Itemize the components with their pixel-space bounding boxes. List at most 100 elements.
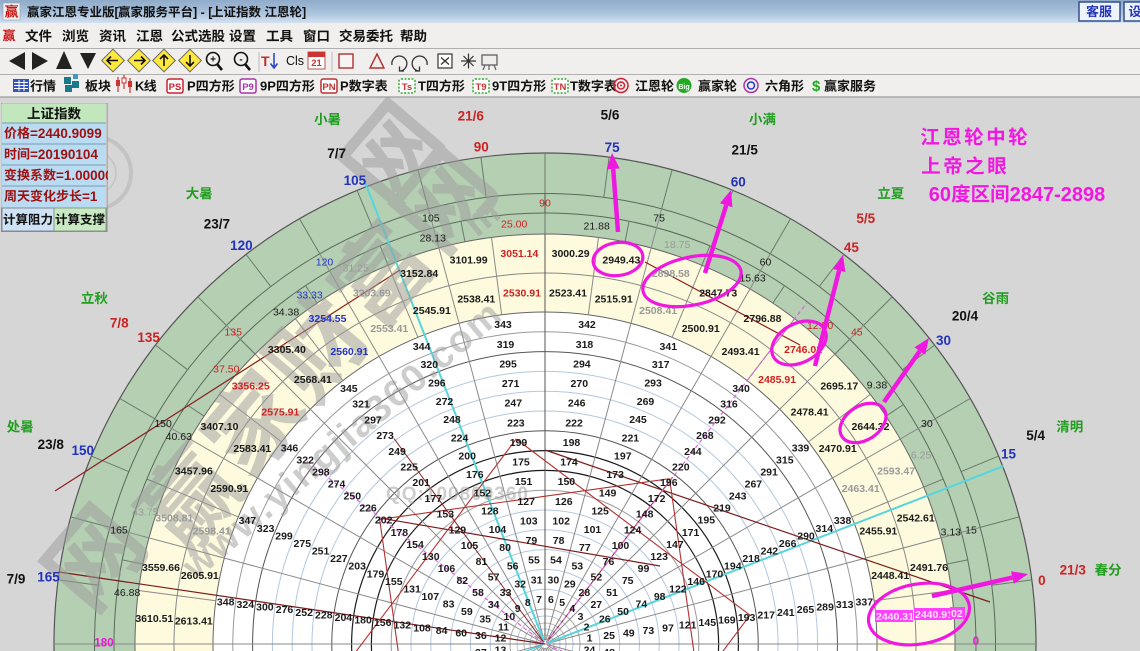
svg-text:345: 345 [340,383,358,395]
svg-text:45: 45 [844,240,860,255]
svg-text:15: 15 [965,524,977,536]
svg-text:348: 348 [217,597,235,609]
svg-text:-: - [239,55,242,66]
svg-text:2500.91: 2500.91 [682,323,720,335]
svg-text:292: 292 [708,414,726,426]
svg-text:244: 244 [684,446,702,458]
svg-text:293: 293 [644,378,662,390]
svg-text:21/3: 21/3 [1060,562,1087,577]
svg-text:176: 176 [466,469,484,481]
svg-text:6.25: 6.25 [911,449,932,461]
svg-text:60: 60 [731,174,746,189]
svg-text:21.88: 21.88 [584,221,610,233]
svg-text:PS: PS [169,82,182,93]
svg-text:31: 31 [531,574,543,586]
svg-text:+: + [210,55,216,66]
svg-text:248: 248 [443,414,461,426]
svg-text:2949.43: 2949.43 [602,255,640,267]
svg-text:9.38: 9.38 [867,380,888,392]
svg-text:40.63: 40.63 [166,431,192,443]
svg-text:222: 222 [565,417,583,429]
svg-text:153: 153 [437,509,455,521]
svg-text:175: 175 [512,457,530,469]
svg-text:290: 290 [797,530,815,542]
svg-text:3254.55: 3254.55 [309,313,347,325]
svg-text:84: 84 [436,625,448,637]
svg-text:315: 315 [776,455,794,467]
svg-text:147: 147 [666,539,684,551]
svg-text:60: 60 [455,628,467,640]
svg-text:347: 347 [239,515,257,527]
svg-text:7/9: 7/9 [7,572,26,587]
svg-text:28.13: 28.13 [420,233,446,245]
svg-text:132: 132 [394,620,412,632]
svg-text:107: 107 [422,591,440,603]
svg-text:2583.41: 2583.41 [233,443,271,455]
svg-text:P9: P9 [242,82,254,93]
svg-text:75: 75 [622,575,634,587]
svg-text:179: 179 [367,568,385,580]
svg-text:196: 196 [660,477,678,489]
svg-text:321: 321 [352,399,370,411]
svg-text:13: 13 [495,644,507,651]
svg-text:Ts: Ts [402,82,412,93]
svg-text:105: 105 [344,173,367,188]
svg-text:344: 344 [413,341,431,353]
svg-text:108: 108 [413,622,431,634]
svg-text:2440.91: 2440.91 [915,609,953,621]
svg-text:177: 177 [425,493,443,505]
svg-text:180: 180 [94,638,113,650]
svg-text:21/5: 21/5 [732,142,759,157]
svg-text:265: 265 [797,604,815,616]
svg-text:Big: Big [678,84,689,91]
svg-text:1: 1 [587,633,593,645]
svg-text:3.13: 3.13 [941,526,962,538]
svg-text:272: 272 [436,396,454,408]
svg-text:252: 252 [295,607,313,619]
svg-text:55: 55 [528,555,540,567]
svg-text:218: 218 [742,553,760,565]
svg-text:342: 342 [578,319,596,331]
svg-text:2448.41: 2448.41 [871,570,909,582]
svg-text:289: 289 [816,602,834,614]
svg-text:45: 45 [851,327,863,339]
svg-text:268: 268 [696,430,714,442]
svg-text:02: 02 [951,608,963,620]
svg-text:56: 56 [507,560,519,572]
svg-text:174: 174 [560,457,578,469]
svg-text:2523.41: 2523.41 [549,287,587,299]
svg-text:7: 7 [536,594,542,606]
svg-text:274: 274 [328,479,346,491]
svg-text:103: 103 [520,516,538,528]
svg-text:150: 150 [154,418,172,430]
svg-text:2515.91: 2515.91 [595,293,633,305]
svg-text:100: 100 [612,540,630,552]
svg-text:298: 298 [312,467,330,479]
svg-text:99: 99 [638,563,650,575]
svg-text:0: 0 [1038,573,1046,588]
svg-text:200: 200 [458,451,476,463]
svg-text:21: 21 [311,58,322,69]
svg-text:49: 49 [623,628,635,640]
svg-text:7/7: 7/7 [327,146,346,161]
svg-text:75: 75 [605,140,621,155]
svg-text:131: 131 [403,583,421,595]
svg-text:194: 194 [724,561,742,573]
svg-text:322: 322 [296,455,314,467]
svg-text:7/8: 7/8 [110,316,129,331]
svg-text:3508.81: 3508.81 [155,513,193,525]
svg-text:2598.41: 2598.41 [193,525,231,537]
svg-text:170: 170 [706,568,724,580]
svg-text:127: 127 [517,496,535,508]
svg-text:33.33: 33.33 [296,290,322,302]
svg-text:3101.99: 3101.99 [450,255,488,267]
svg-text:28: 28 [579,587,591,599]
svg-text:204: 204 [335,612,353,624]
svg-text:23/8: 23/8 [38,437,65,452]
svg-text:2553.41: 2553.41 [370,323,408,335]
svg-text:90: 90 [474,140,489,155]
svg-text:202: 202 [375,515,393,527]
svg-text:224: 224 [451,432,469,444]
svg-text:31.25: 31.25 [343,262,369,274]
svg-text:3152.84: 3152.84 [400,268,438,280]
